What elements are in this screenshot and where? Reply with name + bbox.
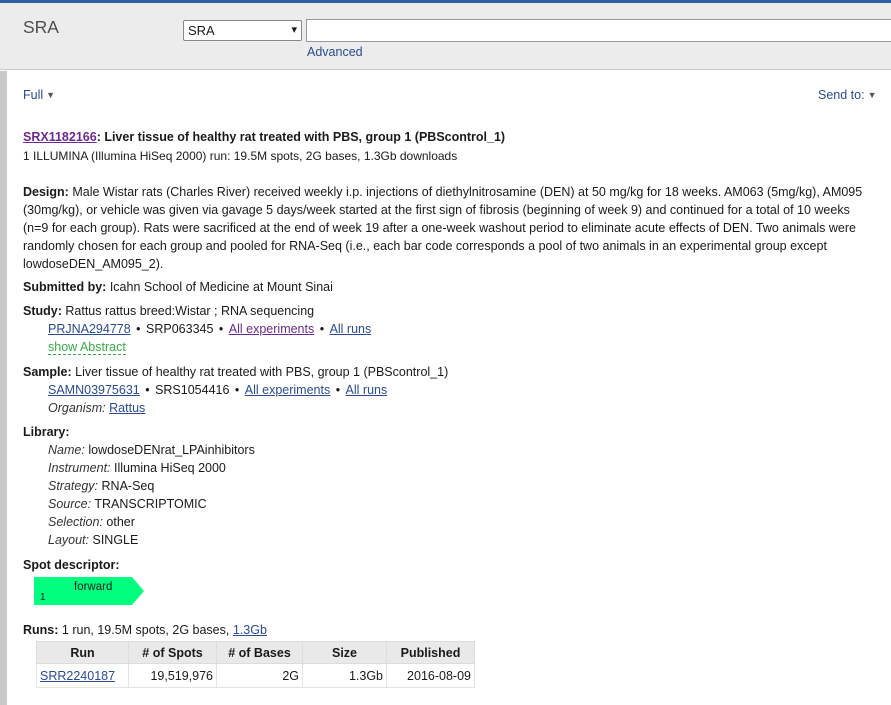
spots-cell: 19,519,976: [128, 663, 217, 688]
separator-dot: •: [231, 383, 243, 397]
library-field-label: Name:: [48, 443, 85, 457]
study-all-experiments-link[interactable]: All experiments: [229, 322, 314, 336]
send-to-menu[interactable]: Send to: ▼: [818, 88, 877, 102]
library-field-value: SINGLE: [92, 533, 139, 547]
library-field-label: Source:: [48, 497, 92, 511]
column-header-spots: # of Spots: [128, 641, 217, 664]
show-abstract-toggle[interactable]: show Abstract: [48, 340, 126, 355]
library-field-label: Selection:: [48, 515, 103, 529]
spot-descriptor-label: Spot descriptor:: [23, 558, 120, 572]
library-field-value: RNA-Seq: [101, 479, 155, 493]
search-input[interactable]: [306, 19, 891, 42]
runs-size-link[interactable]: 1.3Gb: [233, 623, 267, 637]
study-row: Study: Rattus rattus breed:Wistar ; RNA …: [23, 304, 314, 318]
organism-link[interactable]: Rattus: [109, 401, 145, 415]
send-to-label: Send to:: [818, 88, 865, 102]
advanced-search-link[interactable]: Advanced: [307, 45, 363, 59]
sample-all-experiments-link[interactable]: All experiments: [245, 383, 330, 397]
design-section: Design: Male Wistar rats (Charles River)…: [23, 183, 873, 273]
design-label: Design:: [23, 185, 69, 199]
caret-down-icon: ▼: [46, 90, 56, 100]
column-header-published: Published: [386, 641, 475, 664]
biosample-link[interactable]: SAMN03975631: [48, 383, 140, 397]
show-abstract-row: show Abstract: [48, 340, 126, 355]
library-field-label: Instrument:: [48, 461, 111, 475]
size-cell: 1.3Gb: [302, 663, 387, 688]
library-field-label: Layout:: [48, 533, 90, 547]
library-field: Name: lowdoseDENrat_LPAinhibitors: [48, 443, 255, 457]
record-title-text: : Liver tissue of healthy rat treated wi…: [96, 130, 506, 144]
record-subtitle: 1 ILLUMINA (Illumina HiSeq 2000) run: 19…: [23, 149, 458, 163]
runs-table-header: Run # of Spots # of Bases Size Published: [36, 641, 475, 664]
library-header: Library:: [23, 425, 70, 439]
study-label: Study:: [23, 304, 62, 318]
separator-dot: •: [132, 322, 145, 336]
database-select-value: SRA: [188, 23, 215, 38]
sample-links-row: SAMN03975631 • SRS1054416 • All experime…: [48, 383, 387, 397]
srp-accession: SRP063345: [146, 322, 214, 336]
separator-dot: •: [215, 322, 227, 336]
spot-descriptor-header: Spot descriptor:: [23, 558, 120, 572]
library-field: Strategy: RNA-Seq: [48, 479, 154, 493]
study-links-row: PRJNA294778 • SRP063345 • All experiment…: [48, 322, 371, 336]
runs-table: Run # of Spots # of Bases Size Published…: [36, 641, 475, 688]
library-field: Layout: SINGLE: [48, 533, 138, 547]
experiment-accession-link[interactable]: SRX1182166: [23, 130, 97, 144]
study-value: Rattus rattus breed:Wistar ; RNA sequenc…: [65, 304, 315, 318]
separator-dot: •: [316, 322, 328, 336]
sample-all-runs-link[interactable]: All runs: [346, 383, 388, 397]
library-field-value: other: [106, 515, 135, 529]
submitted-value: Icahn School of Medicine at Mount Sinai: [109, 280, 333, 294]
spot-descriptor-diagram: forward 1: [34, 577, 144, 605]
bases-cell: 2G: [216, 663, 303, 688]
runs-summary-row: Runs: 1 run, 19.5M spots, 2G bases, 1.3G…: [23, 623, 267, 637]
separator-dot: •: [332, 383, 344, 397]
published-cell: 2016-08-09: [386, 663, 475, 688]
library-field: Source: TRANSCRIPTOMIC: [48, 497, 207, 511]
library-field-value: TRANSCRIPTOMIC: [94, 497, 207, 511]
design-text: Male Wistar rats (Charles River) receive…: [23, 185, 863, 271]
organism-label: Organism:: [48, 401, 106, 415]
separator-dot: •: [141, 383, 154, 397]
submitted-label: Submitted by:: [23, 280, 107, 294]
library-field-value: lowdoseDENrat_LPAinhibitors: [88, 443, 255, 457]
library-field-label: Strategy:: [48, 479, 99, 493]
sample-label: Sample:: [23, 365, 72, 379]
runs-summary: 1 run, 19.5M spots, 2G bases,: [61, 623, 230, 637]
organism-row: Organism: Rattus: [48, 401, 145, 415]
run-accession-cell: SRR2240187: [36, 663, 129, 688]
study-all-runs-link[interactable]: All runs: [330, 322, 372, 336]
display-format-menu[interactable]: Full ▼: [23, 88, 55, 102]
library-field: Instrument: Illumina HiSeq 2000: [48, 461, 226, 475]
chevron-down-icon: ▾: [291, 24, 297, 36]
library-field-value: Illumina HiSeq 2000: [114, 461, 226, 475]
record-title: SRX1182166: Liver tissue of healthy rat …: [23, 130, 505, 144]
run-accession-link[interactable]: SRR2240187: [40, 669, 115, 683]
caret-down-icon: ▼: [867, 90, 877, 100]
spot-read-direction: forward: [74, 581, 113, 593]
library-field: Selection: other: [48, 515, 135, 529]
left-gutter: [0, 71, 7, 705]
database-select[interactable]: SRA ▾: [183, 20, 302, 41]
bioproject-link[interactable]: PRJNA294778: [48, 322, 131, 336]
search-header: SRA SRA ▾ Advanced: [0, 3, 891, 70]
spot-read-number: 1: [40, 592, 46, 603]
srs-accession: SRS1054416: [155, 383, 230, 397]
sample-row: Sample: Liver tissue of healthy rat trea…: [23, 365, 448, 379]
display-format-label: Full: [23, 88, 44, 102]
sample-value: Liver tissue of healthy rat treated with…: [75, 365, 449, 379]
database-title: SRA: [23, 17, 59, 37]
column-header-run: Run: [36, 641, 129, 664]
column-header-bases: # of Bases: [216, 641, 303, 664]
column-header-size: Size: [302, 641, 387, 664]
library-label: Library:: [23, 425, 70, 439]
table-row: SRR2240187 19,519,976 2G 1.3Gb 2016-08-0…: [36, 663, 475, 688]
submitted-by-row: Submitted by: Icahn School of Medicine a…: [23, 280, 333, 294]
runs-label: Runs:: [23, 623, 59, 637]
